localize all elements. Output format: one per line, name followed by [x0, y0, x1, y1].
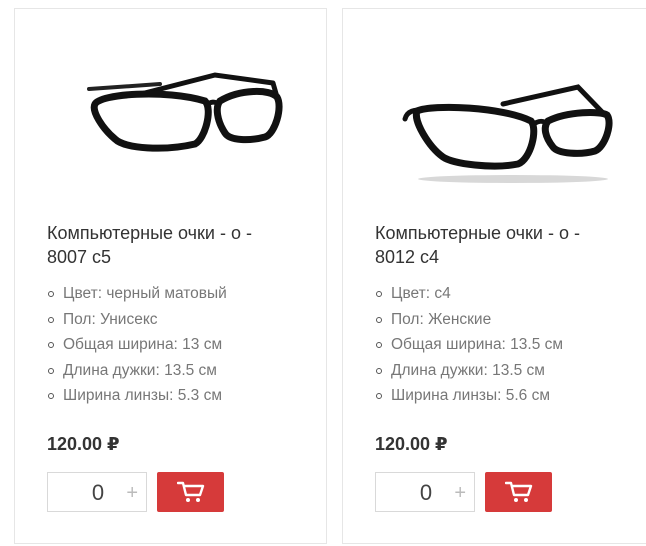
- plus-icon[interactable]: +: [126, 473, 138, 513]
- glasses-image: [402, 84, 613, 183]
- spec-text: Длина дужки: 13.5 см: [63, 361, 217, 379]
- spec-text: Цвет: c4: [391, 285, 451, 302]
- spec-text: Общая ширина: 13 см: [63, 336, 223, 353]
- add-to-cart-button[interactable]: [157, 472, 224, 512]
- product-title[interactable]: Компьютерные очки - о - 8007 c5: [47, 221, 287, 269]
- spec-item: Цвет: c4: [375, 281, 563, 307]
- circle-bullet-icon: [48, 291, 54, 297]
- quantity-stepper: 0 +: [47, 472, 147, 512]
- circle-bullet-icon: [48, 316, 54, 323]
- spec-item: Общая ширина: 13 см: [47, 332, 227, 358]
- product-card: Компьютерные очки - о - 8012 c4 Цвет: c4…: [342, 8, 646, 544]
- spec-text: Пол: Унисекс: [63, 310, 158, 328]
- product-title[interactable]: Компьютерные очки - о - 8012 c4: [375, 221, 615, 269]
- spec-item: Ширина линзы: 5.3 см: [47, 383, 227, 409]
- spec-item: Ширина линзы: 5.6 см: [375, 383, 563, 409]
- spec-item: Длина дужки: 13.5 см: [47, 358, 227, 384]
- product-price: 120.00 ₽: [47, 434, 120, 454]
- circle-bullet-icon: [48, 367, 54, 374]
- circle-bullet-icon: [376, 291, 382, 297]
- circle-bullet-icon: [48, 342, 54, 348]
- product-image-glasses[interactable]: [343, 49, 646, 199]
- spec-item: Пол: Женские: [375, 307, 563, 333]
- quantity-stepper: 0 +: [375, 472, 475, 512]
- plus-icon[interactable]: +: [454, 473, 466, 513]
- spec-text: Длина дужки: 13.5 см: [391, 361, 545, 379]
- product-image-glasses[interactable]: [15, 49, 326, 199]
- circle-bullet-icon: [376, 342, 382, 348]
- spec-text: Ширина линзы: 5.6 см: [391, 387, 551, 404]
- spec-text: Цвет: черный матовый: [63, 285, 227, 302]
- circle-bullet-icon: [376, 316, 382, 323]
- spec-item: Пол: Унисекс: [47, 307, 227, 333]
- spec-item: Общая ширина: 13.5 см: [375, 332, 563, 358]
- product-specs: Цвет: черный матовый Пол: Унисекс Общая …: [47, 281, 227, 409]
- spec-text: Общая ширина: 13.5 см: [391, 336, 564, 353]
- spec-text: Ширина линзы: 5.3 см: [63, 387, 223, 404]
- cart-icon: [177, 481, 205, 502]
- circle-bullet-icon: [376, 393, 382, 399]
- product-card: Компьютерные очки - о - 8007 c5 Цвет: че…: [14, 8, 327, 544]
- glasses-image: [87, 72, 283, 152]
- product-price: 120.00 ₽: [375, 434, 448, 454]
- spec-item: Цвет: черный матовый: [47, 281, 227, 307]
- cart-icon: [505, 481, 533, 502]
- circle-bullet-icon: [376, 367, 382, 374]
- product-specs: Цвет: c4 Пол: Женские Общая ширина: 13.5…: [375, 281, 563, 409]
- product-grid: Компьютерные очки - о - 8007 c5 Цвет: че…: [0, 0, 646, 546]
- add-to-cart-button[interactable]: [485, 472, 552, 512]
- spec-item: Длина дужки: 13.5 см: [375, 358, 563, 384]
- spec-text: Пол: Женские: [391, 310, 492, 328]
- circle-bullet-icon: [48, 393, 54, 399]
